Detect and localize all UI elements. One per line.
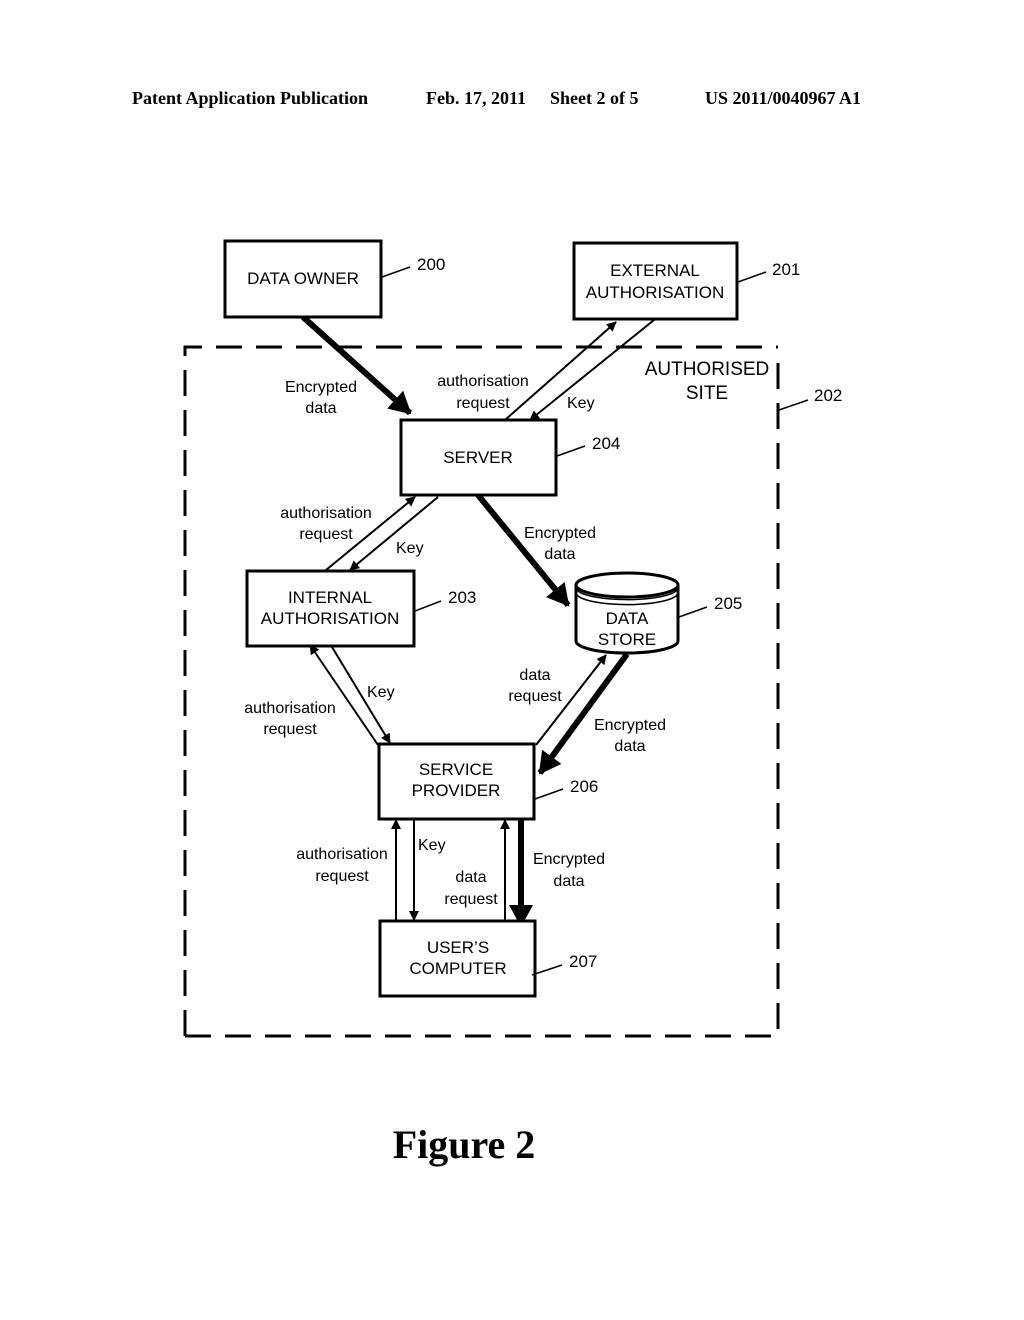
data-store-label1: DATA xyxy=(606,609,649,628)
edge-external-server-label: Key xyxy=(567,395,595,412)
edge-uc-sp-datareq-label2: request xyxy=(444,891,498,908)
node-external-authorisation: EXTERNAL AUTHORISATION 201 xyxy=(572,241,800,321)
edge-owner-server xyxy=(300,314,413,416)
users-computer-ref: 207 xyxy=(569,952,597,971)
edge-server-internal-label: Key xyxy=(396,540,424,557)
edge-server-datastore-label1: Encrypted xyxy=(524,525,596,542)
users-computer-label2: COMPUTER xyxy=(409,959,506,978)
edge-sp-internal-label1: authorisation xyxy=(244,700,336,717)
server-label: SERVER xyxy=(443,448,513,467)
edge-sp-uc-data-label1: Encrypted xyxy=(533,851,605,868)
edge-sp-uc-key-label: Key xyxy=(418,837,446,854)
service-provider-label1: SERVICE xyxy=(419,760,493,779)
node-service-provider: SERVICE PROVIDER 206 xyxy=(377,742,598,821)
users-computer-label1: USER’S xyxy=(427,938,489,957)
edge-datastore-sp-label1: Encrypted xyxy=(594,717,666,734)
external-auth-label1: EXTERNAL xyxy=(610,261,700,280)
internal-auth-ref: 203 xyxy=(448,588,476,607)
edge-uc-sp-auth-label2: request xyxy=(315,868,369,885)
system-diagram: AUTHORISED SITE 202 Encrypted data autho… xyxy=(183,239,842,1167)
edge-internal-server-label1: authorisation xyxy=(280,505,372,522)
data-store-ref: 205 xyxy=(714,594,742,613)
service-provider-label2: PROVIDER xyxy=(412,781,501,800)
edge-internal-server-label2: request xyxy=(299,526,353,543)
edge-sp-datastore-label2: request xyxy=(508,688,562,705)
internal-auth-label1: INTERNAL xyxy=(288,588,372,607)
edge-sp-datastore-label1: data xyxy=(519,667,550,684)
node-users-computer: USER’S COMPUTER 207 xyxy=(378,919,597,998)
external-auth-label2: AUTHORISATION xyxy=(586,283,725,302)
edge-sp-uc-data-label2: data xyxy=(553,873,584,890)
external-auth-ref: 201 xyxy=(772,260,800,279)
edge-datastore-sp-label2: data xyxy=(614,738,645,755)
node-data-store: DATA STORE 205 xyxy=(574,571,742,655)
edge-server-external xyxy=(504,321,617,421)
site-label-line1: AUTHORISED xyxy=(645,359,770,380)
edge-owner-server-label2: data xyxy=(305,400,336,417)
node-internal-authorisation: INTERNAL AUTHORISATION 203 xyxy=(245,569,476,648)
figure-label: Figure 2 xyxy=(393,1122,536,1167)
server-ref: 204 xyxy=(592,434,620,453)
edge-sp-internal-label2: request xyxy=(263,721,317,738)
edge-internal-sp-label: Key xyxy=(367,684,395,701)
site-label-line2: SITE xyxy=(686,383,728,404)
edge-datastore-sp xyxy=(537,652,630,775)
node-data-owner: DATA OWNER 200 xyxy=(223,239,445,319)
edge-server-datastore-label2: data xyxy=(544,546,575,563)
internal-auth-label2: AUTHORISATION xyxy=(261,609,400,628)
edge-server-external-label2: request xyxy=(456,395,510,412)
data-store-label2: STORE xyxy=(598,630,656,649)
edge-server-external-label1: authorisation xyxy=(437,373,529,390)
data-owner-label: DATA OWNER xyxy=(247,269,359,288)
site-ref: 202 xyxy=(814,386,842,405)
service-provider-ref: 206 xyxy=(570,777,598,796)
edge-uc-sp-auth-label1: authorisation xyxy=(296,846,388,863)
node-server: SERVER 204 xyxy=(399,418,620,497)
edge-uc-sp-datareq-label1: data xyxy=(455,869,486,886)
data-owner-ref: 200 xyxy=(417,255,445,274)
edge-owner-server-label1: Encrypted xyxy=(285,379,357,396)
